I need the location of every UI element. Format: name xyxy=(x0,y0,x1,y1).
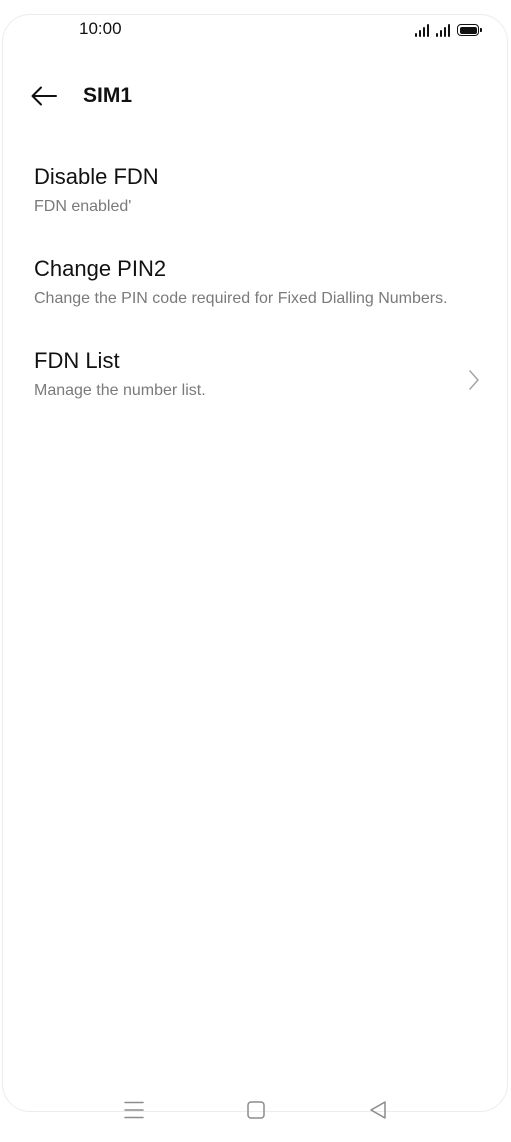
back-arrow-icon xyxy=(31,86,57,106)
navigation-bar xyxy=(0,1090,511,1130)
home-icon xyxy=(247,1101,265,1119)
page-title: SIM1 xyxy=(83,84,133,107)
toolbar: SIM1 xyxy=(0,70,511,122)
signal-sim1-icon xyxy=(415,23,429,37)
nav-back-button[interactable] xyxy=(366,1098,390,1122)
settings-list: Disable FDN FDN enabled' Change PIN2 Cha… xyxy=(0,150,511,426)
status-time: 10:00 xyxy=(79,19,122,38)
setting-fdn-list[interactable]: FDN List Manage the number list. xyxy=(0,334,511,426)
signal-sim2-icon xyxy=(436,23,450,37)
status-icons xyxy=(415,21,482,37)
setting-summary: Change the PIN code required for Fixed D… xyxy=(34,290,448,307)
menu-button[interactable] xyxy=(122,1098,146,1122)
back-icon xyxy=(370,1101,386,1119)
setting-summary: FDN enabled' xyxy=(34,198,132,215)
setting-change-pin2[interactable]: Change PIN2 Change the PIN code required… xyxy=(0,242,511,334)
setting-summary: Manage the number list. xyxy=(34,382,206,399)
setting-title: Disable FDN xyxy=(34,164,159,189)
home-button[interactable] xyxy=(244,1098,268,1122)
status-bar: 10:00 xyxy=(0,0,511,56)
setting-title: FDN List xyxy=(34,348,120,373)
back-button[interactable] xyxy=(24,78,64,114)
setting-disable-fdn[interactable]: Disable FDN FDN enabled' xyxy=(0,150,511,242)
chevron-right-icon xyxy=(469,370,479,390)
menu-icon xyxy=(124,1101,144,1119)
setting-title: Change PIN2 xyxy=(34,256,167,281)
battery-icon xyxy=(457,24,482,36)
